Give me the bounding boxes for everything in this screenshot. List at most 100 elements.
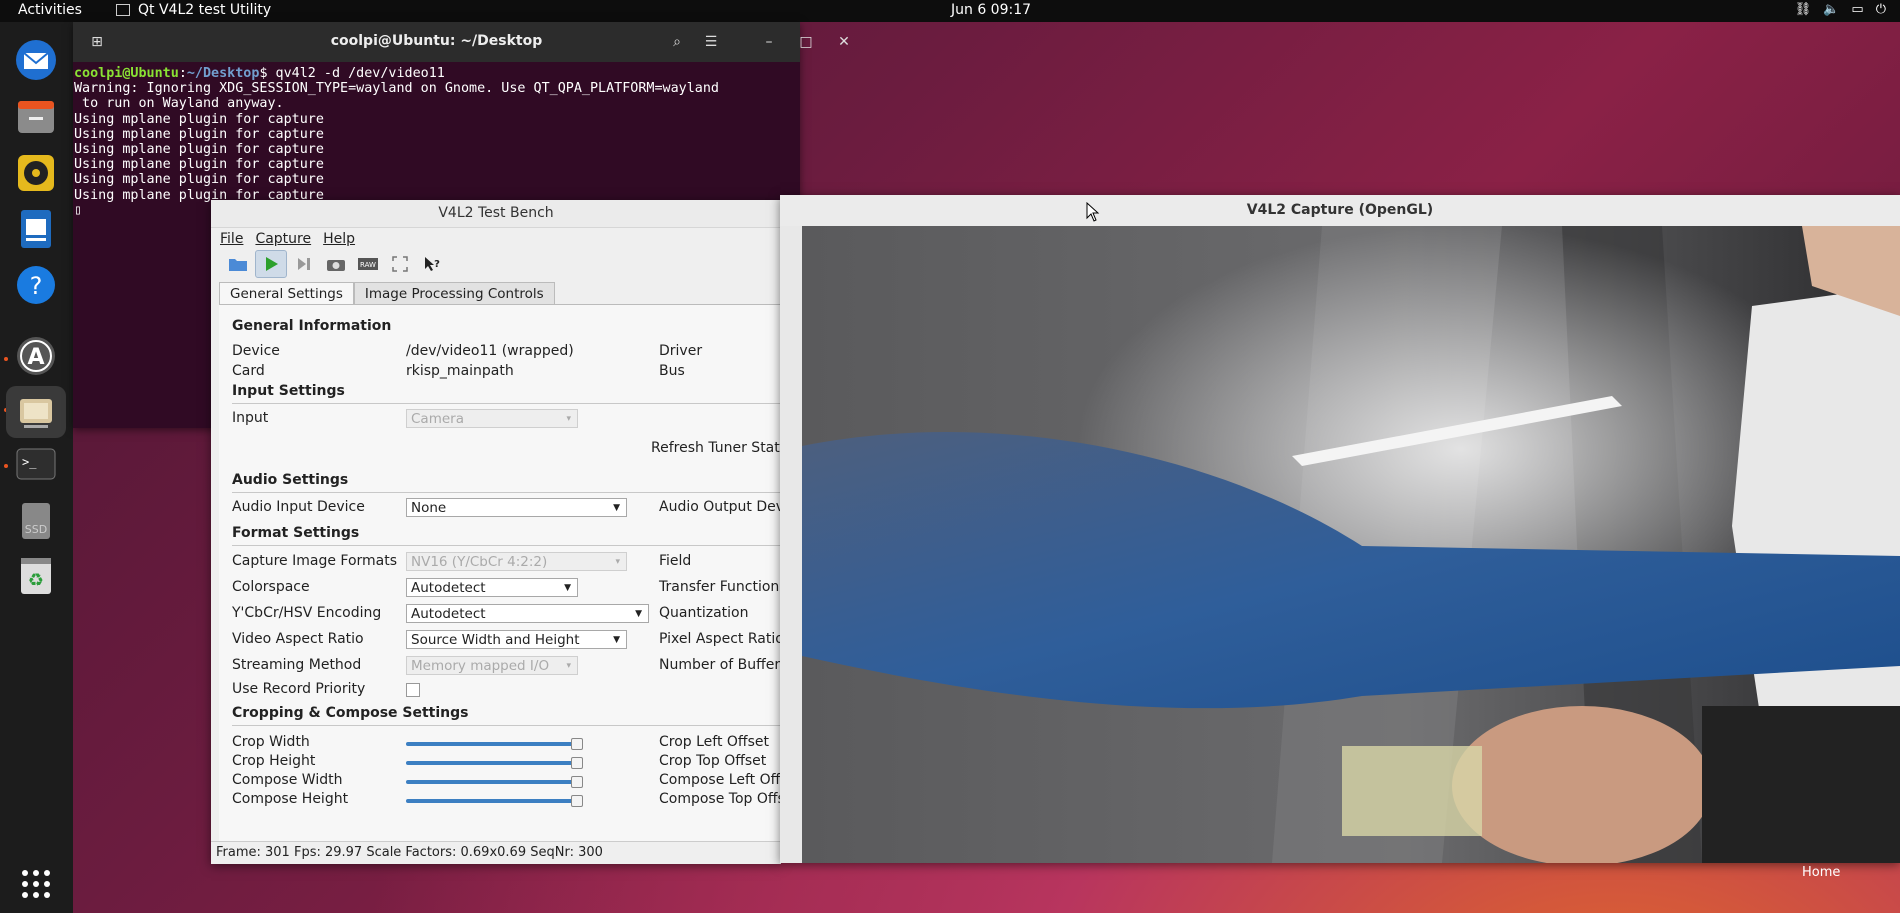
terminal-cursor: ▯ bbox=[74, 202, 83, 218]
compose-height-label: Compose Height bbox=[232, 791, 349, 807]
capture-formats-select[interactable]: NV16 (Y/CbCr 4:2:2) ▾ bbox=[406, 552, 627, 571]
capture-side-strip bbox=[780, 226, 802, 863]
camera-frame-image bbox=[802, 226, 1900, 863]
svg-text:♻: ♻ bbox=[28, 570, 44, 591]
clock[interactable]: Jun 6 09:17 bbox=[951, 2, 1031, 18]
crop-height-slider[interactable] bbox=[406, 761, 576, 765]
settings-panel: General Information Device /dev/video11 … bbox=[219, 304, 781, 842]
section-crop-compose: Cropping & Compose Settings bbox=[232, 705, 469, 721]
crop-width-handle[interactable] bbox=[571, 738, 583, 750]
device-label: Device bbox=[232, 343, 280, 359]
compose-width-slider[interactable] bbox=[406, 780, 576, 784]
start-capture-icon[interactable] bbox=[255, 250, 287, 278]
compose-height-handle[interactable] bbox=[571, 795, 583, 807]
terminal-icon[interactable]: >_ bbox=[12, 440, 60, 488]
rhythmbox-icon[interactable] bbox=[12, 149, 60, 197]
record-priority-label: Use Record Priority bbox=[232, 681, 366, 697]
hamburger-menu-icon[interactable]: ☰ bbox=[697, 29, 725, 55]
audio-output-label: Audio Output Devi bbox=[659, 499, 781, 515]
record-priority-checkbox[interactable] bbox=[406, 683, 420, 697]
raw-icon[interactable]: RAW bbox=[353, 251, 383, 277]
refresh-tuner-button[interactable]: Refresh Tuner Status bbox=[651, 440, 781, 456]
system-tray[interactable]: ⛓ 🔈 ▭ ⏻ bbox=[1795, 2, 1886, 17]
thunderbird-icon[interactable] bbox=[12, 36, 60, 84]
compose-top-label: Compose Top Offse bbox=[659, 791, 781, 807]
divider bbox=[232, 403, 781, 404]
tab-general-settings[interactable]: General Settings bbox=[219, 282, 354, 305]
bench-title[interactable]: V4L2 Test Bench bbox=[211, 200, 781, 228]
svg-text:>_: >_ bbox=[22, 455, 37, 469]
colorspace-select[interactable]: Autodetect ▼ bbox=[406, 578, 578, 597]
buffers-label: Number of Buffers bbox=[659, 657, 781, 673]
chevron-down-icon: ▼ bbox=[564, 583, 571, 593]
capture-window[interactable]: V4L2 Capture (OpenGL) bbox=[780, 195, 1900, 863]
ssd-icon[interactable]: SSD bbox=[12, 497, 60, 545]
open-folder-icon[interactable] bbox=[223, 251, 253, 277]
streaming-method-select[interactable]: Memory mapped I/O ▾ bbox=[406, 656, 578, 675]
prompt-sep: : bbox=[178, 66, 187, 81]
terminal-titlebar[interactable]: ⊞ coolpi@Ubuntu: ~/Desktop ⌕ ☰ – □ ✕ bbox=[73, 22, 850, 62]
camera-preview bbox=[802, 226, 1900, 863]
crop-top-label: Crop Top Offset bbox=[659, 753, 767, 769]
aspect-ratio-select[interactable]: Source Width and Height ▼ bbox=[406, 630, 627, 649]
terminal-line: Using mplane plugin for capture bbox=[74, 111, 324, 127]
tab-image-processing[interactable]: Image Processing Controls bbox=[353, 282, 555, 305]
whats-this-icon[interactable]: ? bbox=[417, 251, 447, 277]
audio-input-label: Audio Input Device bbox=[232, 499, 365, 515]
chevron-down-icon: ▾ bbox=[566, 414, 571, 424]
status-bar: Frame: 301 Fps: 29.97 Scale Factors: 0.6… bbox=[211, 841, 781, 864]
search-icon[interactable]: ⌕ bbox=[663, 29, 691, 55]
app-menu[interactable]: Qt V4L2 test Utility bbox=[116, 2, 271, 18]
chevron-down-icon: ▼ bbox=[613, 635, 620, 645]
capture-formats-label: Capture Image Formats bbox=[232, 553, 398, 569]
activities-button[interactable]: Activities bbox=[18, 2, 82, 18]
driver-label: Driver bbox=[659, 343, 703, 359]
home-folder[interactable]: Home bbox=[1802, 865, 1840, 880]
chevron-down-icon: ▼ bbox=[635, 609, 642, 619]
help-icon[interactable]: ? bbox=[12, 261, 60, 309]
test-bench-window[interactable]: V4L2 Test Bench File Capture Help RAW ? … bbox=[211, 200, 781, 864]
crop-width-slider[interactable] bbox=[406, 742, 576, 746]
step-icon[interactable] bbox=[289, 251, 319, 277]
terminal-line: Using mplane plugin for capture bbox=[74, 157, 324, 173]
terminal-output[interactable]: coolpi@Ubuntu:~/Desktop$ qv4l2 -d /dev/v… bbox=[73, 62, 800, 218]
capture-title[interactable]: V4L2 Capture (OpenGL) bbox=[780, 195, 1900, 226]
encoding-select[interactable]: Autodetect ▼ bbox=[406, 604, 649, 623]
menu-help[interactable]: Help bbox=[323, 231, 355, 247]
menu-capture[interactable]: Capture bbox=[255, 231, 311, 247]
input-select[interactable]: Camera ▾ bbox=[406, 409, 578, 428]
audio-input-value: None bbox=[411, 500, 447, 516]
software-icon[interactable]: A bbox=[12, 332, 60, 380]
pixel-aspect-label: Pixel Aspect Ratio bbox=[659, 631, 781, 647]
audio-input-select[interactable]: None ▼ bbox=[406, 498, 627, 517]
crop-height-handle[interactable] bbox=[571, 757, 583, 769]
apps-grid-icon[interactable] bbox=[12, 860, 60, 908]
device-value: /dev/video11 (wrapped) bbox=[406, 343, 574, 359]
chevron-down-icon: ▾ bbox=[566, 661, 571, 671]
qv4l2-icon[interactable] bbox=[6, 386, 66, 438]
maximize-icon[interactable]: □ bbox=[795, 29, 817, 55]
tab-bar: General Settings Image Processing Contro… bbox=[219, 282, 555, 305]
dock: ? A >_ SSD ♻ bbox=[0, 22, 73, 913]
quantization-label: Quantization bbox=[659, 605, 749, 621]
app-icon bbox=[116, 4, 130, 16]
chevron-down-icon: ▼ bbox=[613, 503, 620, 513]
compose-width-handle[interactable] bbox=[571, 776, 583, 788]
card-value: rkisp_mainpath bbox=[406, 363, 514, 379]
writer-icon[interactable] bbox=[12, 205, 60, 253]
battery-icon: ▭ bbox=[1851, 2, 1864, 17]
snapshot-icon[interactable] bbox=[321, 251, 351, 277]
terminal-line: Using mplane plugin for capture bbox=[74, 142, 324, 158]
top-bar: Activities Qt V4L2 test Utility Jun 6 09… bbox=[0, 0, 1900, 22]
files-icon[interactable] bbox=[12, 93, 60, 141]
minimize-icon[interactable]: – bbox=[758, 29, 780, 55]
network-icon: ⛓ bbox=[1794, 2, 1812, 17]
transfer-function-label: Transfer Function bbox=[659, 579, 780, 595]
close-icon[interactable]: ✕ bbox=[833, 29, 855, 55]
menu-file[interactable]: File bbox=[220, 231, 243, 247]
fullscreen-icon[interactable] bbox=[385, 251, 415, 277]
svg-text:?: ? bbox=[434, 259, 440, 270]
power-icon: ⏻ bbox=[1875, 2, 1886, 17]
compose-height-slider[interactable] bbox=[406, 799, 576, 803]
trash-icon[interactable]: ♻ bbox=[12, 552, 60, 600]
